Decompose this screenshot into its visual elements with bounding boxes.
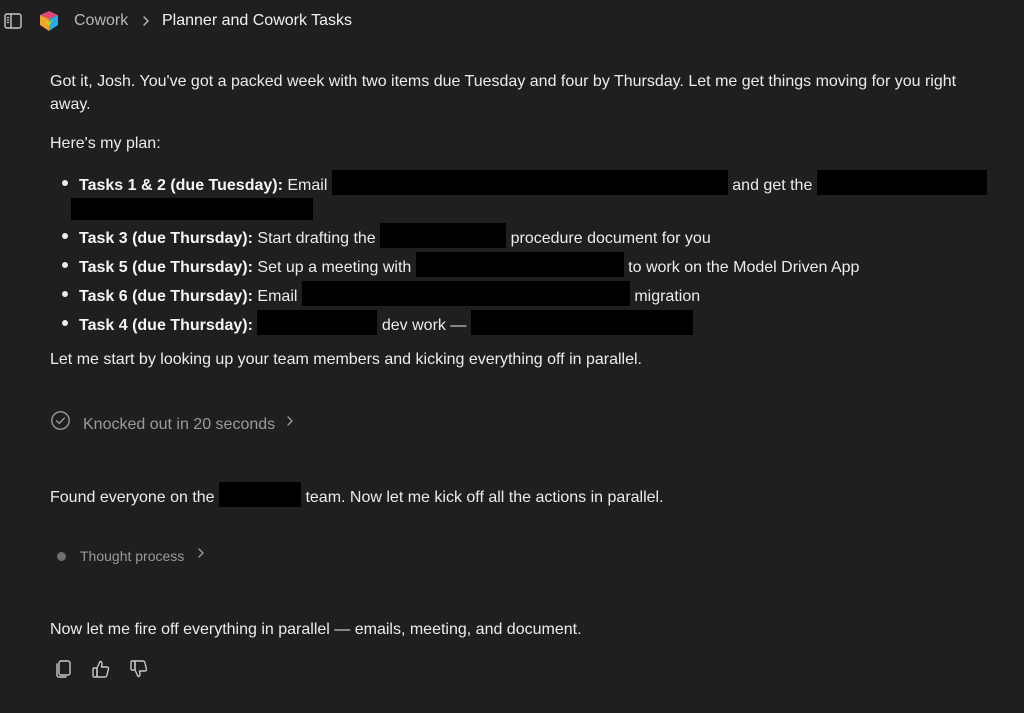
page-title: Planner and Cowork Tasks bbox=[162, 12, 353, 29]
redaction-block bbox=[415, 252, 624, 277]
chevron-right-icon bbox=[285, 413, 295, 436]
redaction-block bbox=[331, 170, 728, 195]
task-label: Task 6 (due Thursday): bbox=[79, 288, 253, 305]
task-text: Email bbox=[252, 288, 302, 305]
list-item: Tasks 1 & 2 (due Tuesday): Email and get… bbox=[50, 170, 1010, 223]
copy-icon bbox=[56, 660, 71, 678]
task-text: dev work — bbox=[377, 317, 471, 334]
list-item: Task 6 (due Thursday): Email migration bbox=[50, 281, 1010, 310]
followup-text: Let me start by looking up your team mem… bbox=[50, 351, 642, 368]
thumbs-up-icon bbox=[92, 660, 110, 678]
redaction-block bbox=[816, 170, 987, 195]
cowork-logo-icon bbox=[37, 9, 61, 33]
chevron-right-icon bbox=[196, 545, 206, 568]
task-text: procedure document for you bbox=[506, 230, 711, 247]
task-text: and get the bbox=[727, 177, 817, 194]
found-text-part: team. Now let me kick off all the action… bbox=[301, 489, 664, 506]
knocked-out-label: Knocked out in 20 seconds bbox=[83, 415, 276, 433]
redaction-block bbox=[219, 482, 302, 507]
thumbs-up-button[interactable] bbox=[88, 656, 114, 682]
found-text: Found everyone on the team. Now let me k… bbox=[50, 482, 990, 509]
knocked-out-toggle[interactable]: Knocked out in 20 seconds bbox=[50, 410, 295, 438]
list-item: Task 5 (due Thursday): Set up a meeting … bbox=[50, 252, 1010, 281]
task-label: Task 3 (due Thursday): bbox=[79, 230, 253, 247]
intro-text: Got it, Josh. You've got a packed week w… bbox=[50, 73, 957, 113]
thumbs-down-icon bbox=[130, 660, 148, 678]
sidebar-toggle-icon[interactable] bbox=[3, 11, 23, 31]
task-text: migration bbox=[629, 288, 701, 305]
status-dot-icon bbox=[57, 552, 66, 561]
redaction-block bbox=[470, 310, 693, 335]
task-text: to work on the Model Driven App bbox=[623, 259, 860, 276]
top-bar: Cowork Planner and Cowork Tasks bbox=[0, 0, 1024, 42]
task-label: Tasks 1 & 2 (due Tuesday): bbox=[79, 177, 283, 194]
redaction-block bbox=[380, 223, 507, 248]
thumbs-down-button[interactable] bbox=[126, 656, 152, 682]
plan-heading: Here's my plan: bbox=[50, 135, 161, 152]
found-text-part: Found everyone on the bbox=[50, 489, 220, 506]
task-text: Email bbox=[282, 177, 332, 194]
breadcrumb-app[interactable]: Cowork bbox=[74, 12, 128, 30]
task-label: Task 4 (due Thursday): bbox=[79, 317, 253, 334]
copy-button[interactable] bbox=[50, 656, 76, 682]
list-item: Task 4 (due Thursday): dev work — bbox=[50, 310, 1010, 339]
thought-process-label: Thought process bbox=[80, 548, 185, 564]
redaction-block bbox=[301, 281, 630, 306]
list-item: Task 3 (due Thursday): Start drafting th… bbox=[50, 223, 1010, 252]
task-text: Start drafting the bbox=[252, 230, 381, 247]
redaction-block bbox=[71, 198, 313, 220]
thought-process-toggle[interactable]: Thought process bbox=[50, 545, 206, 568]
check-circle-icon bbox=[50, 410, 71, 438]
redaction-block bbox=[257, 310, 378, 335]
plan-list: Tasks 1 & 2 (due Tuesday): Email and get… bbox=[50, 170, 1010, 339]
chevron-right-icon bbox=[140, 12, 152, 30]
final-text: Now let me fire off everything in parall… bbox=[50, 621, 582, 638]
task-text: Set up a meeting with bbox=[252, 259, 416, 276]
message-actions bbox=[50, 656, 164, 682]
task-label: Task 5 (due Thursday): bbox=[79, 259, 253, 276]
